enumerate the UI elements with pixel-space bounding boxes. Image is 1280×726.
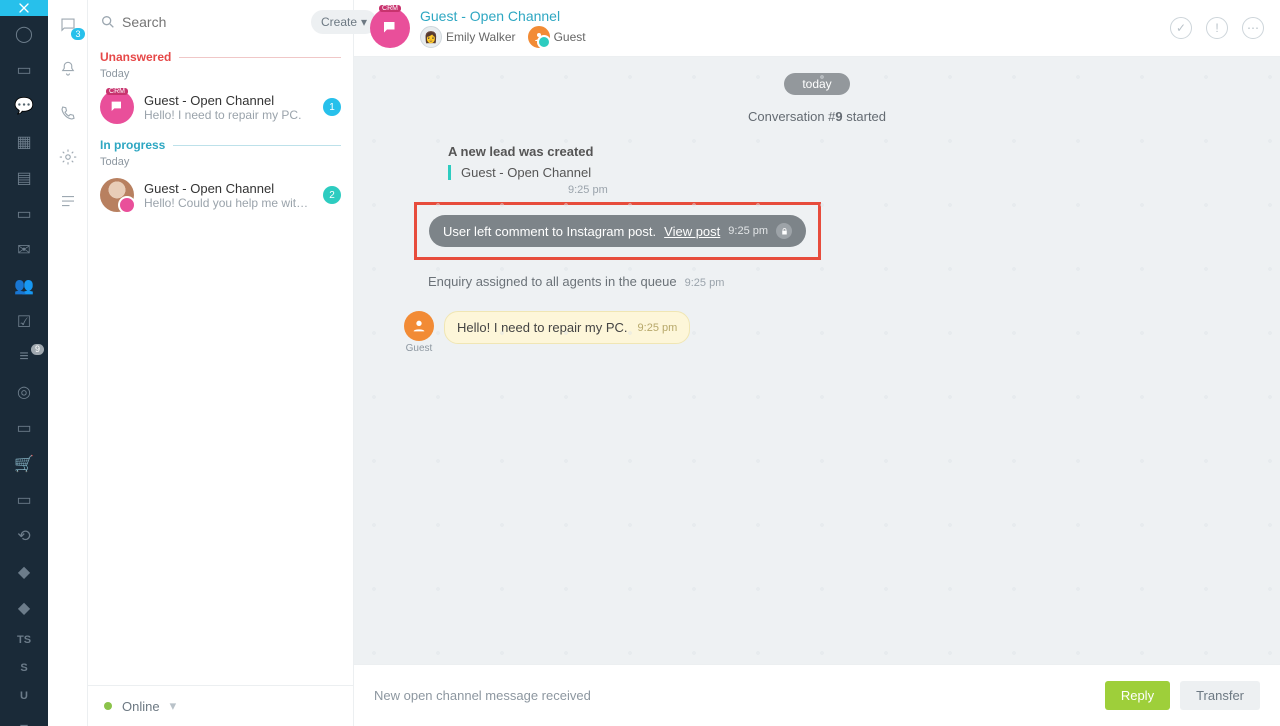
sync-icon[interactable]: ⟲ [12,526,36,546]
search-input[interactable] [122,14,303,30]
messages-badge: 3 [71,28,84,40]
subhead-today-2: Today [88,152,353,170]
user-avatar-icon [100,178,134,212]
message-bubble: Hello! I need to repair my PC. 9:25 pm [444,311,690,344]
messages-icon[interactable]: 3 [57,14,79,36]
transfer-button[interactable]: Transfer [1180,681,1260,710]
chevron-down-icon: ▾ [170,698,177,714]
search-wrap [100,14,303,30]
chat-preview: Hello! Could you help me with my... [144,196,313,210]
guest-avatar-icon [404,311,434,341]
calls-icon[interactable] [57,102,79,124]
marketing-icon[interactable]: ◎ [12,382,36,402]
more-icon[interactable]: ⋯ [1242,17,1264,39]
activity-icon[interactable]: ◯ [12,24,36,44]
message-text: Hello! I need to repair my PC. [457,320,628,335]
crm-avatar-icon [100,90,134,124]
rail-u[interactable]: U [20,690,28,702]
status-dot-icon [104,702,112,710]
message-time: 9:25 pm [638,322,678,334]
check-icon[interactable]: ✓ [1170,17,1192,39]
lead-card: A new lead was created Guest - Open Chan… [448,144,1240,196]
groups-icon[interactable]: 👥 [12,276,36,296]
crm-avatar-icon [370,8,410,48]
shop-icon[interactable]: 🛒 [12,454,36,474]
unread-badge: 1 [323,98,341,116]
settings-icon[interactable] [57,146,79,168]
chat-list-pane: Create▾ Unanswered Today Guest - Open Ch… [88,0,354,726]
more-icon[interactable]: ▾ [12,718,36,726]
section-unanswered: Unanswered [88,50,353,64]
conversation-start: Conversation #9 started [394,109,1240,124]
main-nav-rail: ◯ ▭ 💬 ▦ ▤ ▭ ✉ 👥 ☑ ≡ ◎ ▭ 🛒 ▭ ⟲ ◆ ◆ TS S U… [0,0,48,726]
sites-icon[interactable]: ▭ [12,418,36,438]
messenger-rail: 3 [48,0,88,726]
reply-button[interactable]: Reply [1105,681,1170,710]
alert-icon[interactable]: ! [1206,17,1228,39]
chat-title[interactable]: Guest - Open Channel [420,8,594,24]
lead-time: 9:25 pm [568,184,1240,196]
feed-icon[interactable]: ▭ [12,60,36,80]
message-row: Guest Hello! I need to repair my PC. 9:2… [404,311,1240,354]
chat-footer: New open channel message received Reply … [354,664,1280,726]
list-header: Create▾ [88,0,353,44]
comment-time: 9:25 pm [728,225,768,237]
filter-icon[interactable]: ≡ [12,348,36,366]
chat-title: Guest - Open Channel [144,181,313,196]
header-actions: ✓ ! ⋯ [1170,17,1264,39]
participant-name[interactable]: Emily Walker [446,30,516,44]
lines-icon[interactable] [57,190,79,212]
lead-title: A new lead was created [448,144,1240,159]
lock-icon [776,223,792,239]
instagram-comment-pill: User left comment to Instagram post. Vie… [429,215,806,247]
contacts-icon[interactable]: ▭ [12,490,36,510]
chat-title: Guest - Open Channel [144,93,313,108]
date-separator: today [784,73,849,95]
guest-avatar-icon[interactable] [528,26,550,48]
participant-avatar[interactable]: 👩 [420,26,442,48]
chat-icon[interactable]: 💬 [12,96,36,116]
view-post-link[interactable]: View post [664,224,720,239]
participant-name[interactable]: Guest [554,30,586,44]
section-inprogress: In progress [88,138,353,152]
box2-icon[interactable]: ◆ [12,598,36,618]
comment-text: User left comment to Instagram post. [443,224,656,239]
notifications-icon[interactable] [57,58,79,80]
mail-icon[interactable]: ✉ [12,240,36,260]
highlighted-annotation: User left comment to Instagram post. Vie… [414,202,821,260]
chat-body[interactable]: today Conversation #9 started A new lead… [354,57,1280,664]
subhead-today-1: Today [88,64,353,82]
status-footer[interactable]: Online ▾ [88,685,353,726]
status-label: Online [122,699,160,714]
drive-icon[interactable]: ▭ [12,204,36,224]
chat-header: Guest - Open Channel 👩 Emily Walker Gues… [354,0,1280,57]
chat-main: Guest - Open Channel 👩 Emily Walker Gues… [354,0,1280,726]
chat-item-2[interactable]: Guest - Open Channel Hello! Could you he… [88,170,353,220]
docs-icon[interactable]: ▤ [12,168,36,188]
calendar-icon[interactable]: ▦ [12,132,36,152]
footer-notice: New open channel message received [374,688,591,703]
box1-icon[interactable]: ◆ [12,562,36,582]
unread-badge: 2 [323,186,341,204]
close-button[interactable] [0,0,48,16]
participants: 👩 Emily Walker Guest [420,26,594,48]
assign-notice: Enquiry assigned to all agents in the qu… [428,274,1240,289]
lead-name[interactable]: Guest - Open Channel [448,165,1240,180]
chat-item-1[interactable]: Guest - Open Channel Hello! I need to re… [88,82,353,132]
search-icon [100,14,116,30]
tasks-icon[interactable]: ☑ [12,312,36,332]
guest-label: Guest [404,343,434,354]
rail-s[interactable]: S [20,662,27,674]
rail-ts[interactable]: TS [17,634,31,646]
chat-preview: Hello! I need to repair my PC. [144,108,313,122]
